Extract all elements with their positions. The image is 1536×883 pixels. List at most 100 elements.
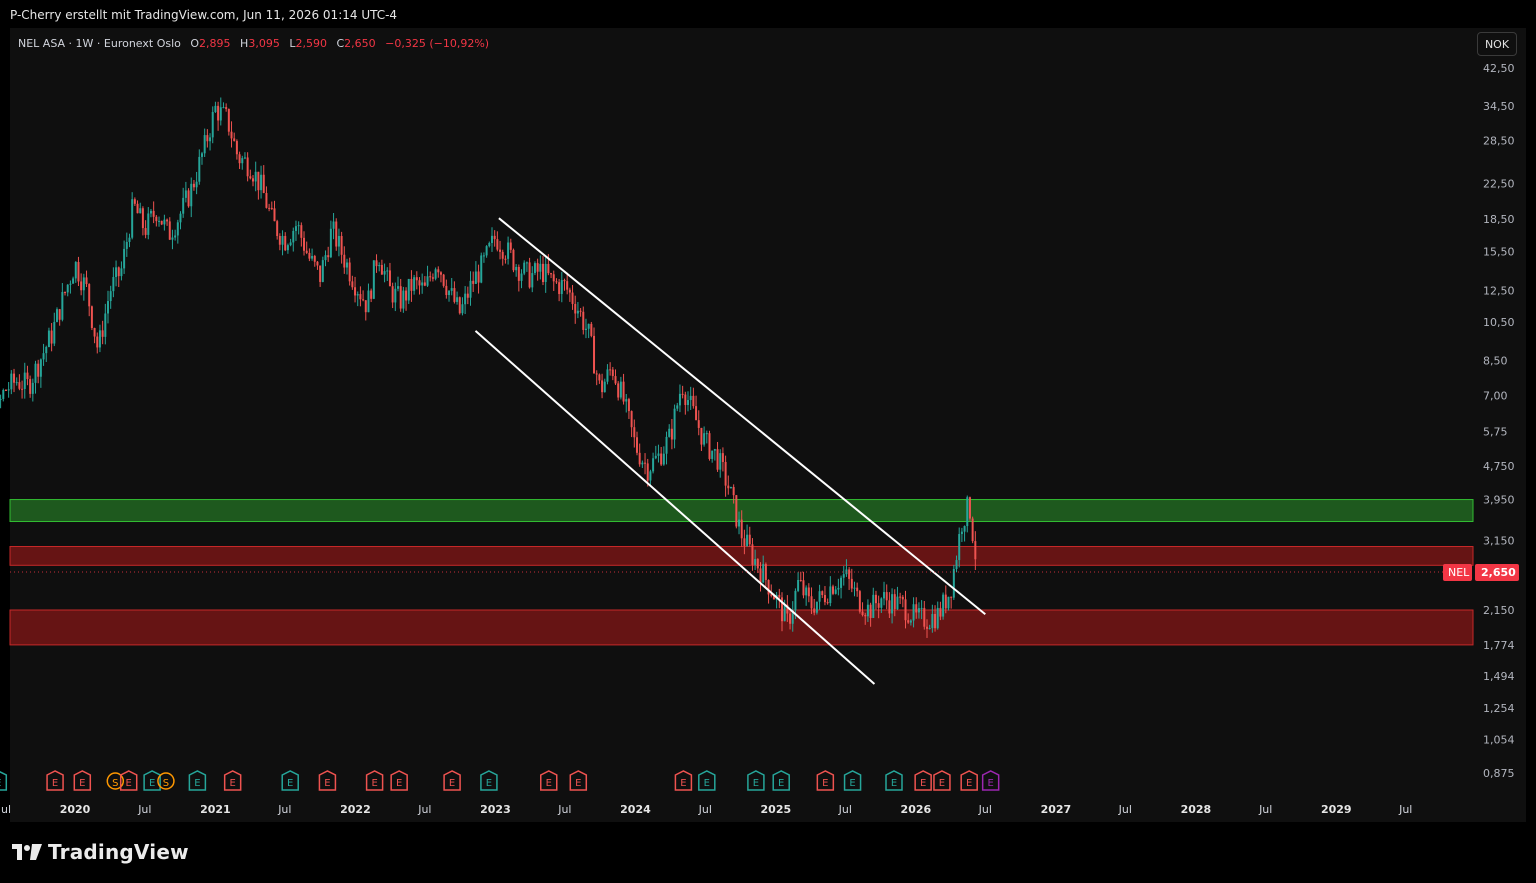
candle-up [450,288,453,291]
price-chart[interactable]: 42,50 34,50 28,50 22,50 18,50 15,50 12,50 10,50… [0,0,1536,883]
candle-down [528,262,531,288]
candle-down [437,269,440,273]
resistance-zone-1[interactable] [9,546,1474,566]
candle-down [405,290,408,301]
candle-down [499,249,502,252]
candle-up [603,381,606,393]
event-marker-label: E [778,778,784,789]
x-tick-month: Jul [1258,803,1272,816]
close-label: C [336,37,345,50]
y-tick-label: 34,50 [1483,100,1515,113]
candle-up [520,273,523,281]
candle-down [692,395,695,407]
candle-down [144,228,147,235]
candle-up [10,373,13,390]
candle-up [61,292,64,320]
event-marker-label: E [0,778,1,789]
candle-up [7,389,10,391]
resistance-zone-2[interactable] [9,609,1474,646]
candle-down [348,262,351,282]
candle-up [533,263,536,274]
candle-down [327,255,330,258]
candle-down [751,544,754,565]
candle-down [278,235,281,245]
candle-down [21,388,24,390]
candle-up [880,598,883,608]
candle-up [55,309,58,322]
candle-up [896,596,899,610]
candle-up [673,408,676,440]
candle-down [136,203,139,214]
currency-button[interactable]: NOK [1477,32,1517,56]
candle-down [874,594,877,604]
candle-up [576,310,579,314]
candle-down [579,310,582,312]
candle-down [716,449,719,470]
event-marker-label: E [149,778,155,789]
candle-up [332,221,335,229]
candle-up [345,262,348,268]
candle-up [711,450,714,459]
candle-up [754,559,757,565]
candle-down [877,603,880,608]
candle-down [598,374,601,381]
y-tick-label: 1,774 [1483,639,1515,652]
candle-up [402,290,405,309]
candle-up [243,157,246,159]
candle-up [668,428,671,437]
candle-up [952,569,955,598]
candle-up [719,453,722,470]
candle-down [568,289,571,293]
candle-down [542,263,545,283]
candle-down [431,277,434,279]
candle-up [687,400,690,405]
candle-down [37,363,40,377]
candle-down [635,437,638,453]
candle-down [684,394,687,405]
candle-down [13,373,16,383]
candle-down [273,208,276,222]
candle-down [893,594,896,610]
event-marker-label: E [849,778,855,789]
candle-up [490,235,493,243]
candle-down [262,174,265,193]
candle-down [230,131,233,139]
candle-down [268,207,271,209]
candle-up [482,255,485,257]
candle-up [434,269,437,279]
candle-down [29,379,32,394]
candle-up [66,284,69,293]
candle-up [947,596,950,609]
candle-up [963,526,966,532]
y-tick-label: 12,50 [1483,284,1515,297]
candle-down [630,411,633,428]
candle-down [77,262,80,282]
tradingview-logo[interactable]: TradingView [12,840,189,864]
candle-up [115,267,118,278]
candle-down [305,250,308,253]
candle-down [101,330,104,337]
candle-down [235,141,238,155]
x-tick-month: Jul [698,803,712,816]
candle-up [292,230,295,243]
candle-up [794,590,797,611]
candle-down [152,210,155,217]
event-marker-label: E [680,778,686,789]
candle-down [284,235,287,251]
candle-down [493,235,496,240]
candle-down [633,427,636,438]
x-tick-year: 2025 [761,803,792,816]
x-tick-month: Jul [0,803,11,816]
candle-up [834,589,837,594]
candle-up [2,389,5,399]
candle-down [563,280,566,282]
candle-down [611,369,614,377]
event-marker-label: E [939,778,945,789]
y-tick-label: 4,750 [1483,460,1515,473]
candle-down [614,376,617,384]
event-marker-label: E [126,778,132,789]
x-tick-month: Jul [137,803,151,816]
event-marker-label: E [575,778,581,789]
candle-up [0,398,2,400]
event-marker-label: E [486,778,492,789]
